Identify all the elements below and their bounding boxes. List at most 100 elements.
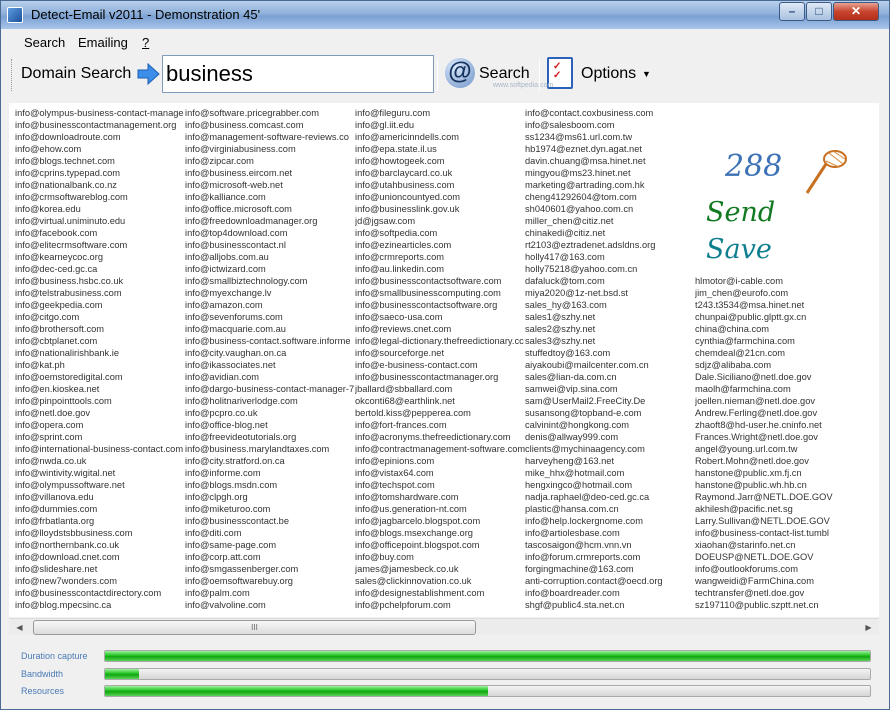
- email-entry[interactable]: info@businesscontactmanager.org: [355, 371, 526, 383]
- email-entry[interactable]: info@sprint.com: [15, 431, 186, 443]
- email-entry[interactable]: info@business.comcast.com: [185, 119, 356, 131]
- email-entry[interactable]: info@macquarie.com.au: [185, 323, 356, 335]
- email-entry[interactable]: joellen.nieman@netl.doe.gov: [695, 395, 866, 407]
- email-entry[interactable]: info@us.generation-nt.com: [355, 503, 526, 515]
- email-entry[interactable]: info@outlookforums.com: [695, 563, 866, 575]
- email-entry[interactable]: jim_chen@eurofo.com: [695, 287, 866, 299]
- email-entry[interactable]: info@contractmanagement-software.com: [355, 443, 526, 455]
- email-entry[interactable]: info@clpgh.org: [185, 491, 356, 503]
- email-entry[interactable]: [695, 107, 866, 119]
- email-entry[interactable]: plastic@hansa.com.cn: [525, 503, 696, 515]
- email-entry[interactable]: Frances.Wright@netl.doe.gov: [695, 431, 866, 443]
- email-entry[interactable]: info@avidian.com: [185, 371, 356, 383]
- email-entry[interactable]: davin.chuang@msa.hinet.net: [525, 155, 696, 167]
- email-entry[interactable]: info@zipcar.com: [185, 155, 356, 167]
- email-entry[interactable]: info@jagbarcelo.blogspot.com: [355, 515, 526, 527]
- email-entry[interactable]: info@pcpro.co.uk: [185, 407, 356, 419]
- email-entry[interactable]: miya2020@1z-net.bsd.st: [525, 287, 696, 299]
- email-entry[interactable]: info@business.hsbc.co.uk: [15, 275, 186, 287]
- email-entry[interactable]: sdjz@alibaba.com: [695, 359, 866, 371]
- email-entry[interactable]: info@businesscontact.nl: [185, 239, 356, 251]
- menu-help[interactable]: ?: [142, 35, 149, 50]
- email-entry[interactable]: Raymond.Jarr@NETL.DOE.GOV: [695, 491, 866, 503]
- email-entry[interactable]: info@barclaycard.co.uk: [355, 167, 526, 179]
- email-entry[interactable]: info@nationalirishbank.ie: [15, 347, 186, 359]
- email-entry[interactable]: info@help.lockergnome.com: [525, 515, 696, 527]
- email-entry[interactable]: info@freedownloadmanager.org: [185, 215, 356, 227]
- email-entry[interactable]: zhaoft8@hd-user.he.cninfo.net: [695, 419, 866, 431]
- email-entry[interactable]: info@pinpointtools.com: [15, 395, 186, 407]
- email-entry[interactable]: info@same-page.com: [185, 539, 356, 551]
- email-entry[interactable]: info@software.pricegrabber.com: [185, 107, 356, 119]
- email-entry[interactable]: info@americinndells.com: [355, 131, 526, 143]
- email-entry[interactable]: info@ezinearticles.com: [355, 239, 526, 251]
- email-entry[interactable]: info@lloydstsbbusiness.com: [15, 527, 186, 539]
- email-entry[interactable]: info@alljobs.com.au: [185, 251, 356, 263]
- email-entry[interactable]: xiaohan@starinfo.net.cn: [695, 539, 866, 551]
- email-entry[interactable]: denis@allway999.com: [525, 431, 696, 443]
- email-entry[interactable]: info@boardreader.com: [525, 587, 696, 599]
- email-entry[interactable]: info@e-business-contact.com: [355, 359, 526, 371]
- email-entry[interactable]: info@business-contact.software.informe: [185, 335, 356, 347]
- email-entry[interactable]: info@legal-dictionary.thefreedictionary.…: [355, 335, 526, 347]
- email-entry[interactable]: info@forum.crmreports.com: [525, 551, 696, 563]
- email-entry[interactable]: info@ikassociates.net: [185, 359, 356, 371]
- email-entry[interactable]: info@kalliance.com: [185, 191, 356, 203]
- email-entry[interactable]: bertold.kiss@pepperea.com: [355, 407, 526, 419]
- email-entry[interactable]: info@wintivity.wigital.net: [15, 467, 186, 479]
- email-entry[interactable]: tascosaigon@hcm.vnn.vn: [525, 539, 696, 551]
- email-entry[interactable]: hlmotor@i-cable.com: [695, 275, 866, 287]
- email-entry[interactable]: info@cprins.typepad.com: [15, 167, 186, 179]
- email-entry[interactable]: [695, 131, 866, 143]
- email-entry[interactable]: mike_hhx@hotmail.com: [525, 467, 696, 479]
- email-entry[interactable]: info@sevenforums.com: [185, 311, 356, 323]
- email-entry[interactable]: info@holitnariverlodge.com: [185, 395, 356, 407]
- email-entry[interactable]: chinakedi@citiz.net: [525, 227, 696, 239]
- email-entry[interactable]: hanstone@public.xm.fj.cn: [695, 467, 866, 479]
- email-entry[interactable]: info@freevideotutorials.org: [185, 431, 356, 443]
- email-entry[interactable]: info@valvoline.com: [185, 599, 356, 611]
- email-entry[interactable]: info@fort-frances.com: [355, 419, 526, 431]
- email-entry[interactable]: info@buy.com: [355, 551, 526, 563]
- email-entry[interactable]: info@nwda.co.uk: [15, 455, 186, 467]
- email-entry[interactable]: info@dargo-business-contact-manager-7: [185, 383, 356, 395]
- email-entry[interactable]: sales@clickinnovation.co.uk: [355, 575, 526, 587]
- email-entry[interactable]: info@elitecrmsoftware.com: [15, 239, 186, 251]
- email-entry[interactable]: james@jamesbeck.co.uk: [355, 563, 526, 575]
- email-entry[interactable]: info@virtual.uniminuto.edu: [15, 215, 186, 227]
- horizontal-scrollbar[interactable]: ◀ III ▶: [9, 618, 879, 635]
- email-entry[interactable]: sz197110@public.szptt.net.cn: [695, 599, 866, 611]
- email-entry[interactable]: Andrew.Ferling@netl.doe.gov: [695, 407, 866, 419]
- email-entry[interactable]: info@fileguru.com: [355, 107, 526, 119]
- email-entry[interactable]: sales1@szhy.net: [525, 311, 696, 323]
- email-entry[interactable]: hanstone@public.wh.hb.cn: [695, 479, 866, 491]
- email-entry[interactable]: info@crmreports.com: [355, 251, 526, 263]
- email-entry[interactable]: info@business.marylandtaxes.com: [185, 443, 356, 455]
- email-entry[interactable]: calvinint@hongkong.com: [525, 419, 696, 431]
- email-entry[interactable]: susansong@topband-e.com: [525, 407, 696, 419]
- email-entry[interactable]: china@china.com: [695, 323, 866, 335]
- email-entry[interactable]: info@businesscontactdirectory.com: [15, 587, 186, 599]
- email-entry[interactable]: Robert.Mohn@netl.doe.gov: [695, 455, 866, 467]
- email-entry[interactable]: info@management-software-reviews.co: [185, 131, 356, 143]
- email-entry[interactable]: rt2103@eztradenet.adsldns.org: [525, 239, 696, 251]
- email-entry[interactable]: Larry.Sullivan@NETL.DOE.GOV: [695, 515, 866, 527]
- email-entry[interactable]: info@facebook.com: [15, 227, 186, 239]
- email-entry[interactable]: info@epinions.com: [355, 455, 526, 467]
- email-entry[interactable]: info@citgo.com: [15, 311, 186, 323]
- email-entry[interactable]: info@nationalbank.co.nz: [15, 179, 186, 191]
- email-entry[interactable]: info@utahbusiness.com: [355, 179, 526, 191]
- email-entry[interactable]: info@blogs.msdn.com: [185, 479, 356, 491]
- email-entry[interactable]: info@techspot.com: [355, 479, 526, 491]
- email-entry[interactable]: info@ictwizard.com: [185, 263, 356, 275]
- email-entry[interactable]: nadja.raphael@deo-ced.gc.ca: [525, 491, 696, 503]
- email-entry[interactable]: sales3@szhy.net: [525, 335, 696, 347]
- email-entry[interactable]: info@palm.com: [185, 587, 356, 599]
- email-entry[interactable]: info@smallbiztechnology.com: [185, 275, 356, 287]
- email-entry[interactable]: info@acronyms.thefreedictionary.com: [355, 431, 526, 443]
- email-entry[interactable]: info@officepoint.blogspot.com: [355, 539, 526, 551]
- email-entry[interactable]: anti-corruption.contact@oecd.org: [525, 575, 696, 587]
- email-entry[interactable]: harveyheng@163.net: [525, 455, 696, 467]
- email-entry[interactable]: info@ehow.com: [15, 143, 186, 155]
- email-entry[interactable]: info@brothersoft.com: [15, 323, 186, 335]
